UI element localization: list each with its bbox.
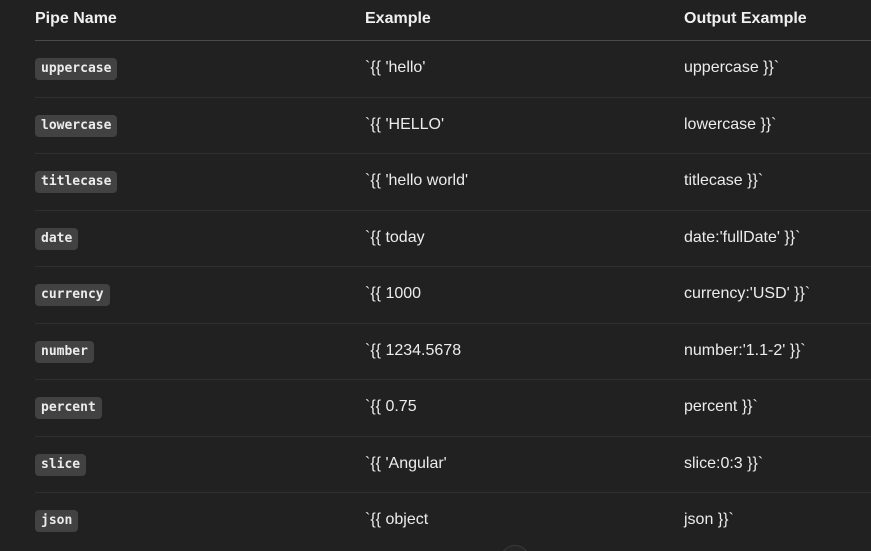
- example-cell: `{{ 'Angular': [365, 454, 447, 472]
- pipe-name-code: date: [35, 227, 79, 250]
- output-cell: percent }}`: [684, 398, 758, 415]
- example-cell: `{{ 'hello': [365, 59, 426, 76]
- table-row: date `{{ today date:'fullDate' }}`: [35, 211, 871, 267]
- pipe-name-code: json: [35, 510, 79, 532]
- pipe-name-code: titlecase: [35, 171, 118, 193]
- pipe-name-code: number: [35, 340, 94, 363]
- table-row: uppercase `{{ 'hello' uppercase }}`: [35, 41, 871, 98]
- table-row: percent `{{ 0.75 percent }}`: [35, 380, 871, 437]
- pipe-name-code: lowercase: [35, 114, 118, 137]
- output-cell: number:'1.1-2' }}`: [684, 341, 806, 359]
- table-row: lowercase `{{ 'HELLO' lowercase }}`: [35, 98, 871, 154]
- example-cell: `{{ 'HELLO': [365, 115, 445, 133]
- table-row: currency `{{ 1000 currency:'USD' }}`: [35, 267, 871, 324]
- pipe-name-code: currency: [35, 284, 110, 306]
- example-cell: `{{ 1234.5678: [365, 341, 462, 359]
- output-cell: date:'fullDate' }}`: [684, 228, 801, 246]
- output-cell: titlecase }}`: [684, 172, 764, 189]
- table-row: slice `{{ 'Angular' slice:0:3 }}`: [35, 437, 871, 493]
- pipe-name-code: slice: [35, 453, 87, 476]
- output-cell: uppercase }}`: [684, 59, 780, 76]
- pipes-table: Pipe Name Example Output Example upperca…: [35, 0, 871, 549]
- table-header-row: Pipe Name Example Output Example: [35, 0, 871, 41]
- example-cell: `{{ 'hello world': [365, 172, 469, 189]
- example-cell: `{{ 0.75: [365, 398, 417, 415]
- header-pipe-name: Pipe Name: [35, 10, 117, 27]
- header-example: Example: [365, 10, 431, 27]
- example-cell: `{{ 1000: [365, 285, 422, 302]
- example-cell: `{{ object: [365, 511, 429, 528]
- table-row: titlecase `{{ 'hello world' titlecase }}…: [35, 154, 871, 211]
- pipe-name-code: percent: [35, 397, 102, 419]
- pipe-name-code: uppercase: [35, 58, 118, 80]
- output-cell: slice:0:3 }}`: [684, 454, 764, 472]
- example-cell: `{{ today: [365, 228, 425, 246]
- header-output-example: Output Example: [684, 10, 807, 27]
- output-cell: json }}`: [684, 511, 734, 528]
- output-cell: currency:'USD' }}`: [684, 285, 811, 302]
- table-row: json `{{ object json }}`: [35, 493, 871, 549]
- output-cell: lowercase }}`: [684, 115, 777, 133]
- table-row: number `{{ 1234.5678 number:'1.1-2' }}`: [35, 324, 871, 380]
